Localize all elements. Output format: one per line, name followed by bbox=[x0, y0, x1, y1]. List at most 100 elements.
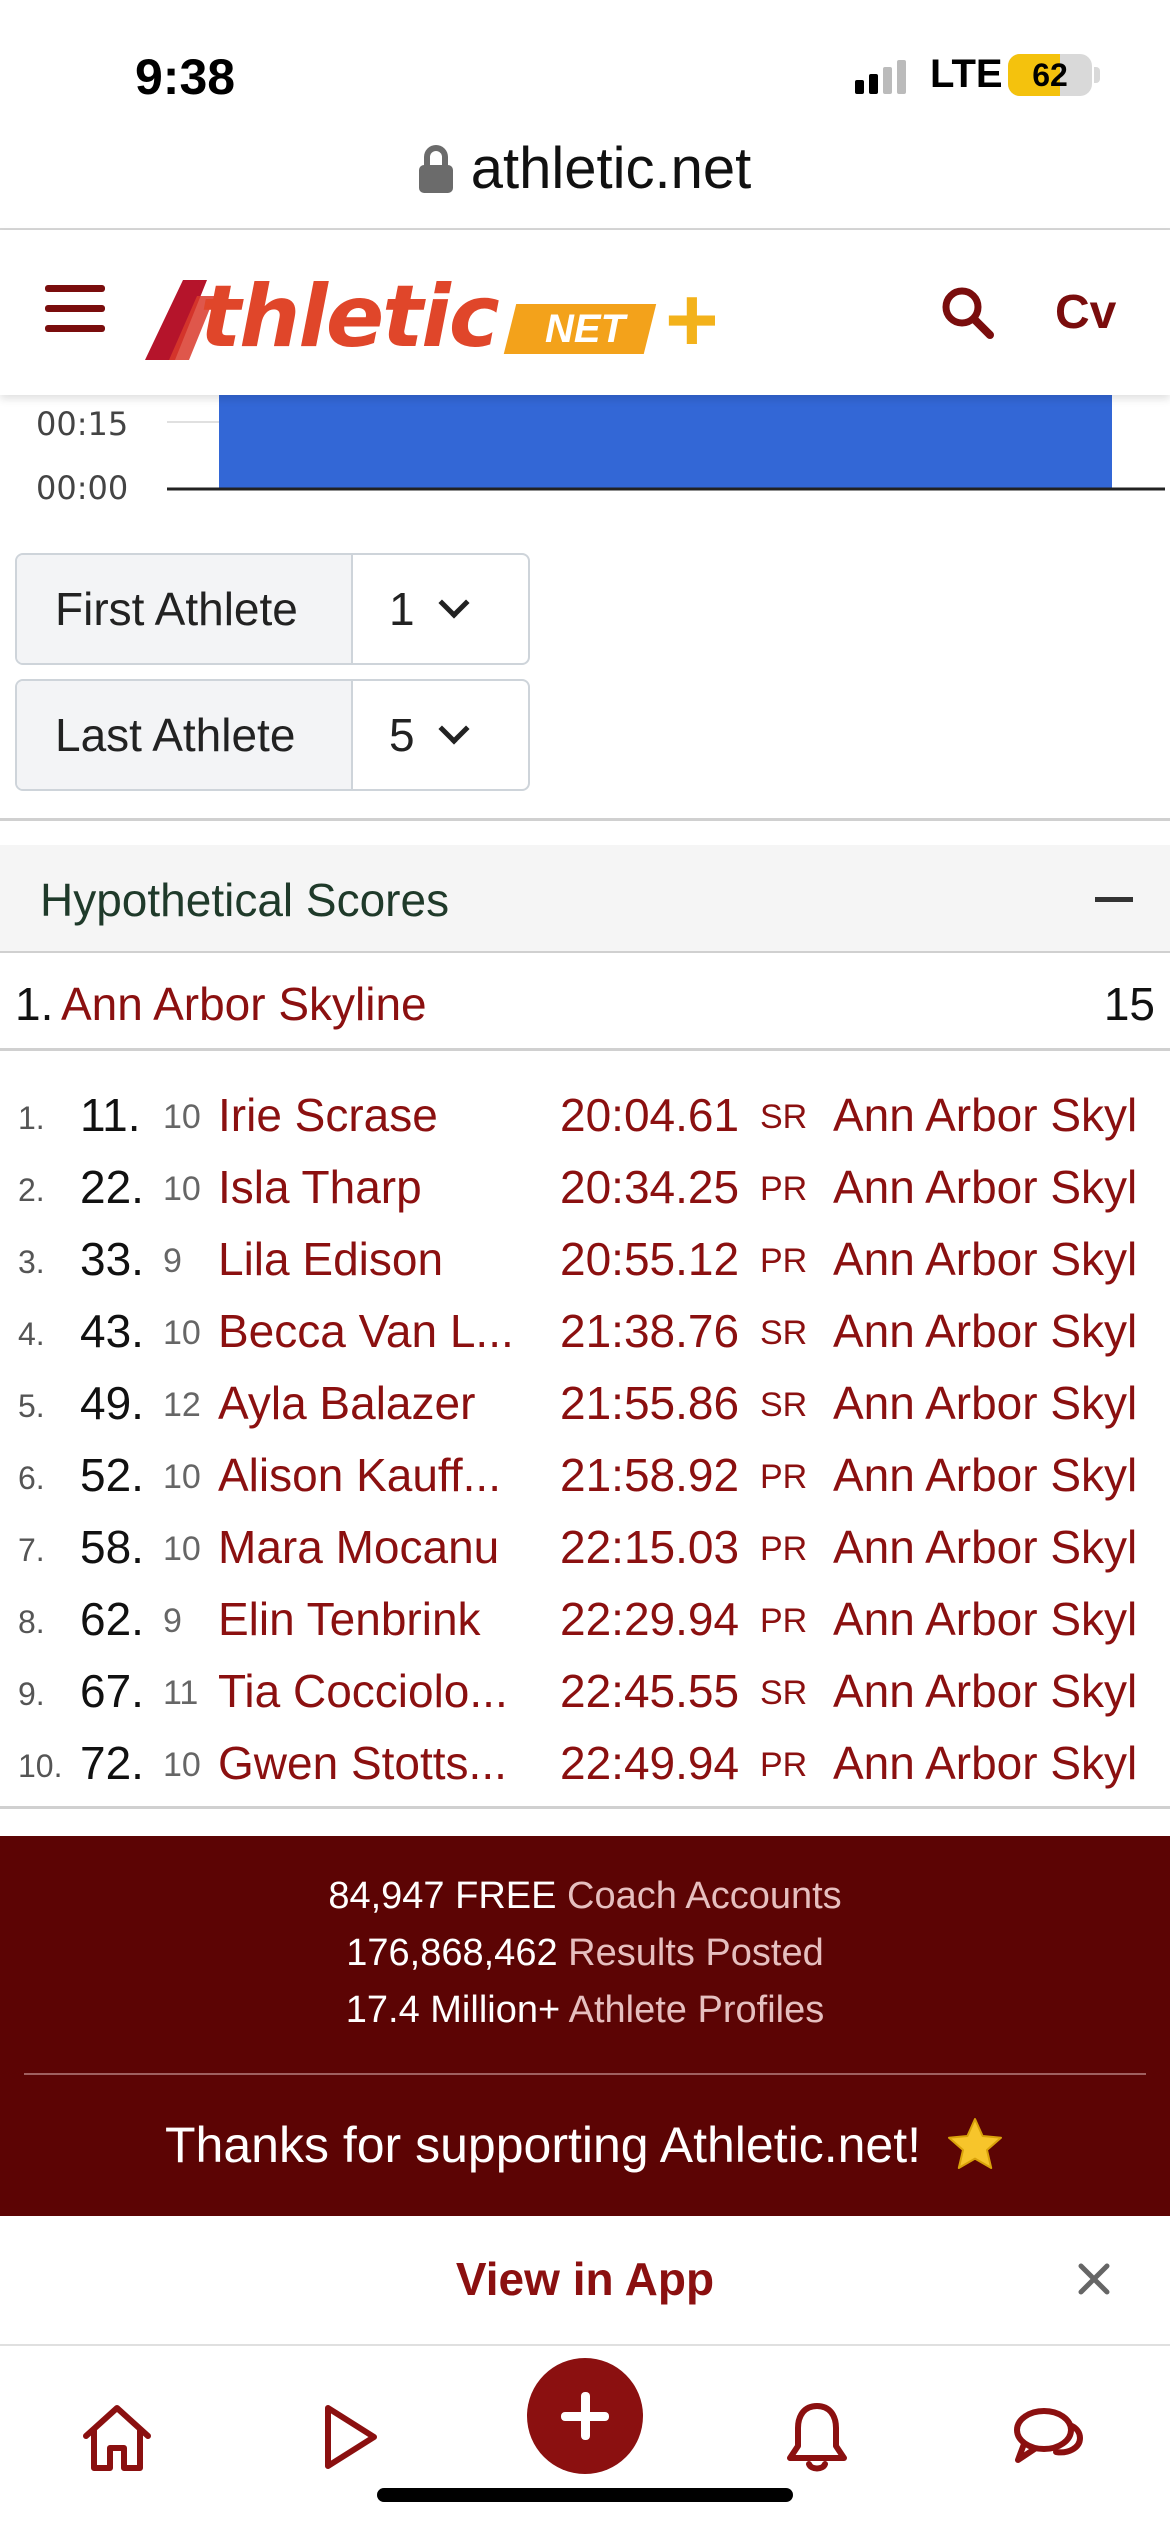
logo-plus: + bbox=[665, 269, 719, 371]
record-tag: PR bbox=[760, 1170, 808, 1208]
row-index: 3. bbox=[18, 1244, 45, 1280]
record-tag: PR bbox=[760, 1242, 808, 1280]
athlete-name-link[interactable]: Irie Scrase bbox=[218, 1088, 528, 1142]
athlete-name-link[interactable]: Tia Cocciolo... bbox=[218, 1664, 528, 1718]
menu-icon[interactable] bbox=[45, 285, 105, 335]
last-athlete-label: Last Athlete bbox=[17, 681, 353, 789]
view-in-app-button[interactable]: View in App bbox=[0, 2252, 1170, 2306]
last-athlete-selector[interactable]: Last Athlete 5 bbox=[15, 679, 530, 791]
signal-icon bbox=[855, 58, 906, 94]
add-button[interactable] bbox=[527, 2358, 643, 2474]
stat-value: 176,868,462 bbox=[346, 1932, 558, 1974]
chart-svg: 00:15 00:00 bbox=[36, 395, 1165, 500]
grade: 10 bbox=[163, 1530, 201, 1568]
result-time-link[interactable]: 20:55.12 bbox=[560, 1232, 739, 1286]
result-time-link[interactable]: 20:34.25 bbox=[560, 1160, 739, 1214]
athlete-row: 8. 62. 9 Elin Tenbrink 22:29.94 PR Ann A… bbox=[0, 1584, 1170, 1656]
stat-results-posted: 176,868,462 Results Posted bbox=[0, 1925, 1170, 1982]
team-link[interactable]: Ann Arbor Skyl bbox=[833, 1232, 1170, 1286]
row-index: 2. bbox=[18, 1172, 45, 1208]
result-time-link[interactable]: 21:55.86 bbox=[560, 1376, 739, 1430]
row-index: 8. bbox=[18, 1604, 45, 1640]
stat-value: 17.4 Million+ bbox=[345, 1989, 561, 2031]
record-tag: SR bbox=[760, 1386, 808, 1424]
team-link[interactable]: Ann Arbor Skyl bbox=[833, 1664, 1170, 1718]
home-icon[interactable] bbox=[78, 2398, 156, 2476]
team-link[interactable]: Ann Arbor Skyl bbox=[833, 1088, 1170, 1142]
result-time-link[interactable]: 20:04.61 bbox=[560, 1088, 739, 1142]
place: 22. bbox=[80, 1161, 144, 1213]
team-score: 15 bbox=[1103, 978, 1155, 1030]
result-time-link[interactable]: 22:15.03 bbox=[560, 1520, 739, 1574]
place: 52. bbox=[80, 1449, 144, 1501]
site-footer: 84,947 FREE Coach Accounts 176,868,462 R… bbox=[0, 1836, 1170, 2216]
result-time-link[interactable]: 21:38.76 bbox=[560, 1304, 739, 1358]
search-icon[interactable] bbox=[940, 285, 994, 339]
first-athlete-dropdown[interactable]: 1 bbox=[353, 555, 528, 663]
athlete-row: 2. 22. 10 Isla Tharp 20:34.25 PR Ann Arb… bbox=[0, 1152, 1170, 1224]
athlete-name-link[interactable]: Gwen Stotts... bbox=[218, 1736, 528, 1790]
athlete-name-link[interactable]: Becca Van L... bbox=[218, 1304, 528, 1358]
record-tag: PR bbox=[760, 1602, 808, 1640]
athlete-name-link[interactable]: Elin Tenbrink bbox=[218, 1592, 528, 1646]
first-athlete-label: First Athlete bbox=[17, 555, 353, 663]
hypothetical-scores-header[interactable]: Hypothetical Scores bbox=[0, 845, 1170, 953]
athletic-net-logo[interactable]: thletic NET + bbox=[145, 267, 735, 371]
grade: 10 bbox=[163, 1746, 201, 1784]
status-time: 9:38 bbox=[135, 49, 236, 105]
collapse-icon[interactable] bbox=[1095, 897, 1133, 902]
stat-label: Results Posted bbox=[568, 1932, 824, 1974]
team-link[interactable]: Ann Arbor Skyl bbox=[833, 1160, 1170, 1214]
team-link[interactable]: Ann Arbor Skyl bbox=[833, 1376, 1170, 1430]
result-time-link[interactable]: 22:49.94 bbox=[560, 1736, 739, 1790]
chat-icon[interactable] bbox=[1010, 2398, 1088, 2476]
athlete-name-link[interactable]: Ayla Balazer bbox=[218, 1376, 528, 1430]
lock-icon bbox=[418, 144, 453, 193]
y-tick-label: 00:15 bbox=[36, 405, 128, 443]
first-athlete-selector[interactable]: First Athlete 1 bbox=[15, 553, 530, 665]
place: 49. bbox=[80, 1377, 144, 1429]
record-tag: PR bbox=[760, 1530, 808, 1568]
status-bar: 9:38 LTE 62 bbox=[0, 0, 1170, 135]
athlete-name-link[interactable]: Mara Mocanu bbox=[218, 1520, 528, 1574]
grade: 10 bbox=[163, 1098, 201, 1136]
team-link[interactable]: Ann Arbor Skyl bbox=[833, 1304, 1170, 1358]
record-tag: SR bbox=[760, 1674, 808, 1712]
url-text[interactable]: athletic.net bbox=[471, 135, 752, 202]
logo-net-text: NET bbox=[545, 307, 625, 351]
bell-icon[interactable] bbox=[778, 2398, 856, 2476]
place: 43. bbox=[80, 1305, 144, 1357]
athlete-name-link[interactable]: Alison Kauff... bbox=[218, 1448, 528, 1502]
result-time-link[interactable]: 22:45.55 bbox=[560, 1664, 739, 1718]
athlete-name-link[interactable]: Lila Edison bbox=[218, 1232, 528, 1286]
close-icon[interactable] bbox=[1075, 2260, 1113, 2298]
team-link[interactable]: Ann Arbor Skyl bbox=[833, 1520, 1170, 1574]
team-link[interactable]: Ann Arbor Skyl bbox=[833, 1592, 1170, 1646]
play-icon[interactable] bbox=[310, 2398, 388, 2476]
athlete-name-link[interactable]: Isla Tharp bbox=[218, 1160, 528, 1214]
record-tag: SR bbox=[760, 1314, 808, 1352]
result-time-link[interactable]: 21:58.92 bbox=[560, 1448, 739, 1502]
stat-label: Coach Accounts bbox=[567, 1875, 842, 1917]
footer-stats: 84,947 FREE Coach Accounts 176,868,462 R… bbox=[0, 1836, 1170, 2039]
stat-coach-accounts: 84,947 FREE Coach Accounts bbox=[0, 1868, 1170, 1925]
team-link[interactable]: Ann Arbor Skyl bbox=[833, 1736, 1170, 1790]
result-time-link[interactable]: 22:29.94 bbox=[560, 1592, 739, 1646]
browser-url-bar[interactable]: athletic.net bbox=[0, 135, 1170, 230]
team-link[interactable]: Ann Arbor Skyl bbox=[833, 1448, 1170, 1502]
place: 72. bbox=[80, 1737, 144, 1789]
footer-divider bbox=[24, 2073, 1146, 2075]
user-initials[interactable]: Cv bbox=[1055, 285, 1116, 340]
place: 67. bbox=[80, 1665, 144, 1717]
logo-text: thletic bbox=[200, 267, 500, 367]
grade: 9 bbox=[163, 1602, 182, 1640]
grade: 10 bbox=[163, 1458, 201, 1496]
row-index: 7. bbox=[18, 1532, 45, 1568]
grade: 9 bbox=[163, 1242, 182, 1280]
row-index: 6. bbox=[18, 1460, 45, 1496]
last-athlete-dropdown[interactable]: 5 bbox=[353, 681, 528, 789]
row-index: 9. bbox=[18, 1676, 45, 1712]
team-name-link[interactable]: Ann Arbor Skyline bbox=[61, 977, 427, 1031]
athlete-row: 1. 11. 10 Irie Scrase 20:04.61 SR Ann Ar… bbox=[0, 1080, 1170, 1152]
results-chart: 00:15 00:00 bbox=[0, 395, 1170, 500]
